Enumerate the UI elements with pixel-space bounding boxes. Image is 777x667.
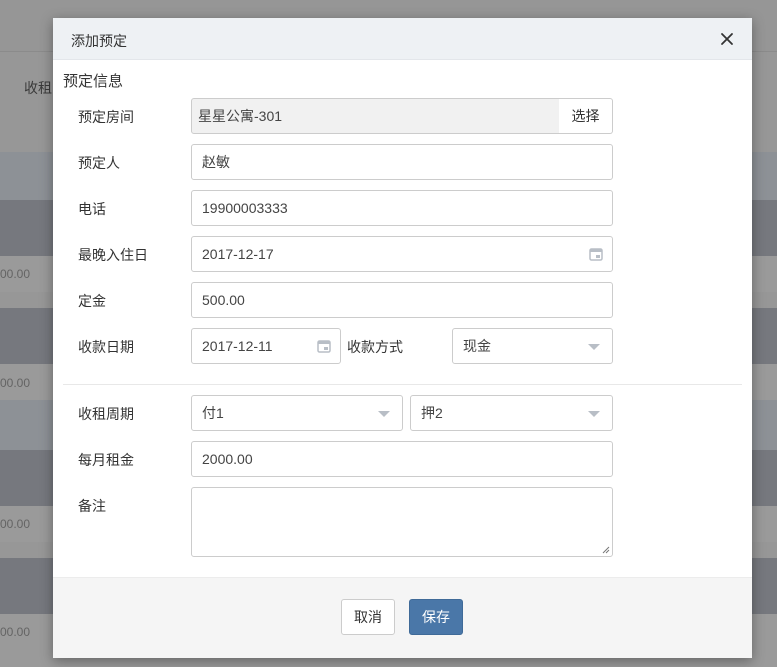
phone-input[interactable]: 19900003333	[191, 190, 613, 226]
room-field: 星星公寓-301	[191, 98, 560, 134]
phone-value: 19900003333	[202, 200, 288, 216]
latest-checkin-value: 2017-12-17	[202, 246, 274, 262]
section-divider	[63, 384, 742, 385]
payment-method-select[interactable]: 现金	[452, 328, 613, 364]
payment-date-value: 2017-12-11	[202, 338, 273, 354]
calendar-icon[interactable]	[589, 247, 603, 261]
chevron-down-icon	[588, 411, 600, 417]
deposit-label: 定金	[78, 293, 106, 309]
room-label: 预定房间	[78, 109, 134, 125]
payment-method-value: 现金	[463, 338, 491, 354]
rent-cycle-pay-value: 付1	[202, 405, 224, 421]
rent-cycle-label: 收租周期	[78, 406, 134, 422]
rent-cycle-deposit-select[interactable]: 押2	[410, 395, 613, 431]
notes-textarea[interactable]	[191, 487, 613, 557]
monthly-rent-input[interactable]: 2000.00	[191, 441, 613, 477]
payment-method-label: 收款方式	[347, 339, 403, 355]
select-room-button[interactable]: 选择	[559, 98, 613, 134]
save-button[interactable]: 保存	[409, 599, 463, 635]
add-reservation-dialog: 添加预定 预定信息 预定房间 星星公寓-301 选择 预定人 赵敏 电话 199…	[53, 18, 752, 658]
notes-label: 备注	[78, 498, 106, 514]
dialog-title: 添加预定	[71, 33, 127, 49]
rent-cycle-deposit-value: 押2	[421, 405, 443, 421]
deposit-value: 500.00	[202, 292, 245, 308]
calendar-icon[interactable]	[317, 339, 331, 353]
chevron-down-icon	[588, 344, 600, 350]
dialog-footer: 取消 保存	[53, 577, 752, 658]
payment-date-label: 收款日期	[78, 339, 134, 355]
phone-label: 电话	[78, 201, 106, 217]
latest-checkin-date-input[interactable]: 2017-12-17	[191, 236, 613, 272]
dialog-header: 添加预定	[53, 18, 752, 60]
booker-label: 预定人	[78, 155, 120, 171]
booker-input[interactable]: 赵敏	[191, 144, 613, 180]
cancel-button[interactable]: 取消	[341, 599, 395, 635]
payment-date-input[interactable]: 2017-12-11	[191, 328, 341, 364]
monthly-rent-label: 每月租金	[78, 452, 134, 468]
chevron-down-icon	[378, 411, 390, 417]
deposit-input[interactable]: 500.00	[191, 282, 613, 318]
latest-checkin-label: 最晚入住日	[78, 247, 148, 263]
close-icon[interactable]	[716, 28, 738, 50]
room-value: 星星公寓-301	[198, 108, 283, 124]
section-title: 预定信息	[63, 73, 124, 90]
monthly-rent-value: 2000.00	[202, 451, 253, 467]
booker-value: 赵敏	[202, 154, 230, 170]
resize-handle-icon[interactable]	[602, 546, 610, 554]
rent-cycle-pay-select[interactable]: 付1	[191, 395, 403, 431]
